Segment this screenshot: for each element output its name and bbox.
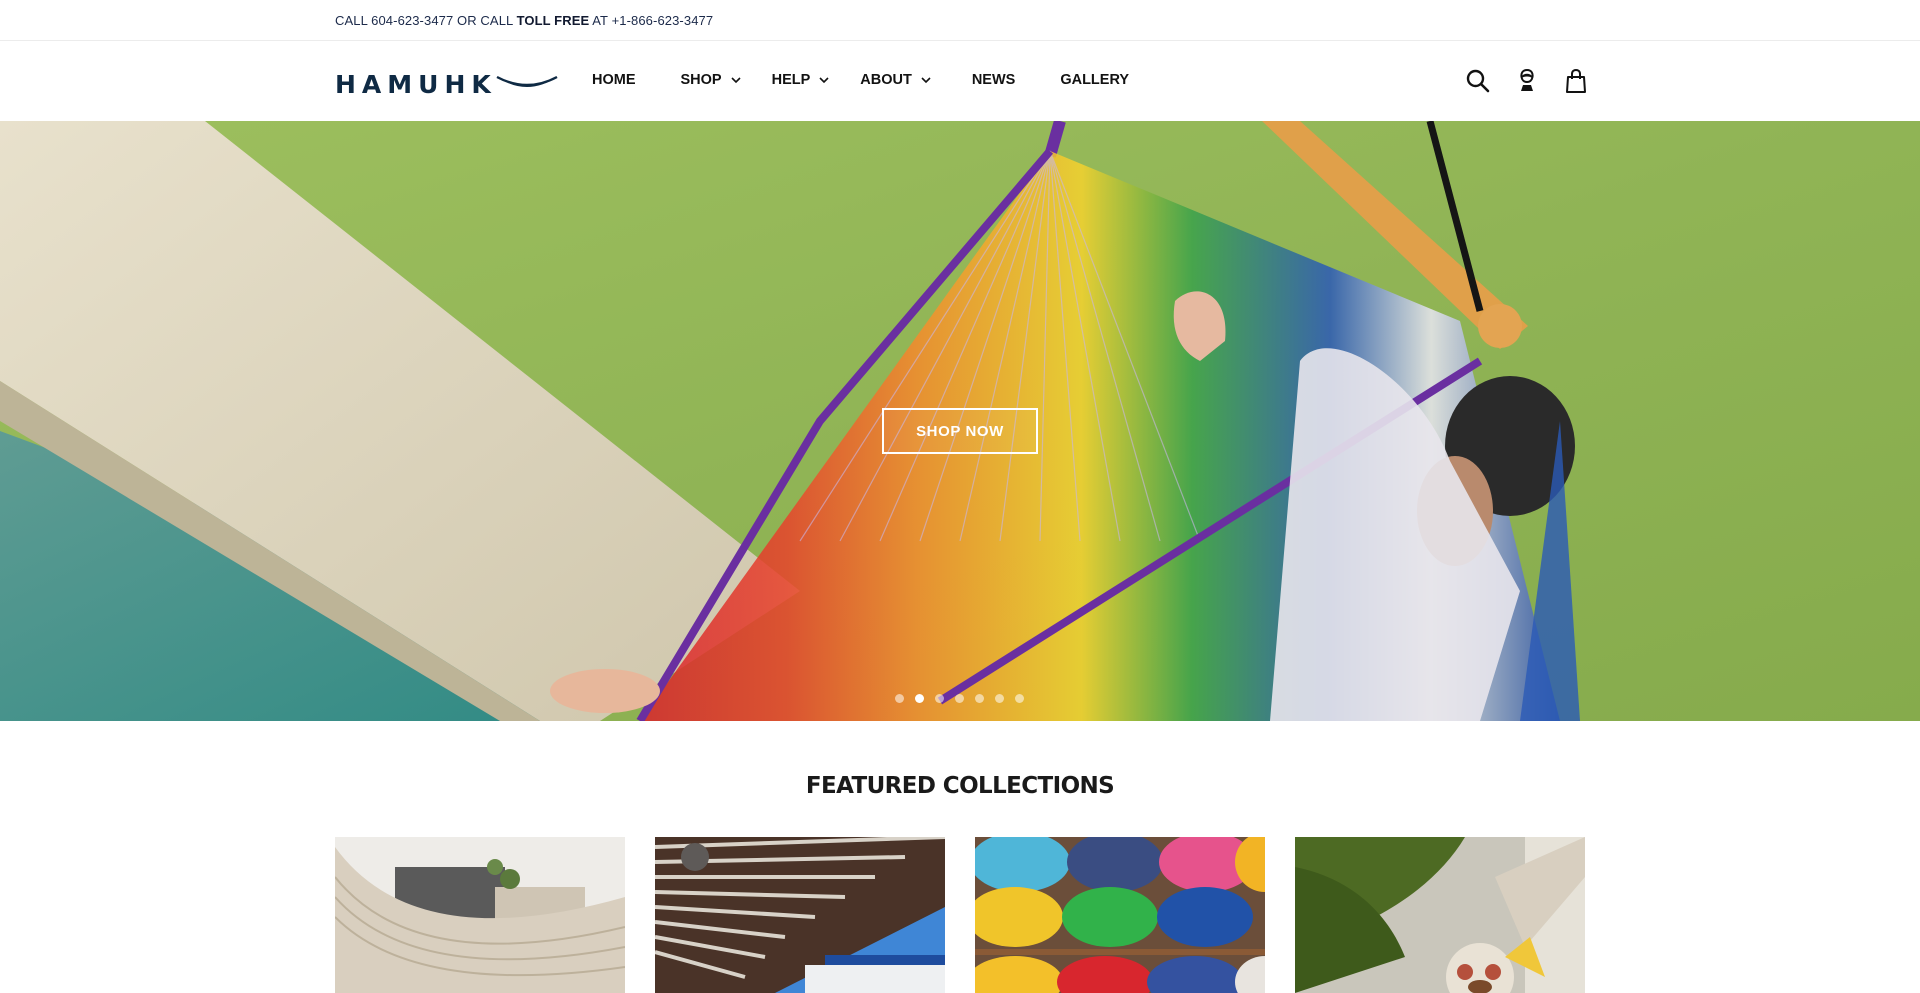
nav-home[interactable]: HOME <box>592 72 636 88</box>
collection-card-4[interactable] <box>1295 837 1585 993</box>
hero-slideshow: SHOP NOW <box>0 121 1920 721</box>
announcement-prefix: CALL 604-623-3477 OR CALL <box>335 13 513 28</box>
nav-home-label: HOME <box>592 72 636 88</box>
slide-dot-6[interactable] <box>995 694 1004 703</box>
slide-indicators <box>895 694 1024 703</box>
collection-image-3 <box>975 837 1265 993</box>
chevron-down-icon <box>921 77 931 84</box>
account-button[interactable] <box>1511 65 1543 97</box>
collection-image-1 <box>335 837 625 993</box>
announcement-suffix: AT +1-866-623-3477 <box>592 13 714 28</box>
announcement-toll-free: TOLL FREE <box>516 13 590 28</box>
chevron-down-icon <box>731 77 741 84</box>
search-icon <box>1466 69 1490 93</box>
brand-name: HAMUHK <box>335 69 497 99</box>
chevron-down-icon <box>819 77 829 84</box>
nav-shop[interactable]: SHOP <box>681 72 742 88</box>
shop-now-button[interactable]: SHOP NOW <box>882 408 1038 454</box>
announcement-bar: CALL 604-623-3477 OR CALL TOLL FREE AT +… <box>0 0 1920 41</box>
slide-dot-5[interactable] <box>975 694 984 703</box>
nav-about-label: ABOUT <box>860 72 912 88</box>
main-nav: HOME SHOP HELP ABOUT NEWS GALLERY <box>592 72 1174 88</box>
search-button[interactable] <box>1462 65 1494 97</box>
collection-image-2 <box>655 837 945 993</box>
slide-dot-4[interactable] <box>955 694 964 703</box>
nav-news[interactable]: NEWS <box>972 72 1016 88</box>
hammock-logo-icon <box>496 75 558 87</box>
collection-card-3[interactable] <box>975 837 1265 993</box>
site-header: HAMUHK HOME SHOP HELP ABOUT NEWS GALLERY <box>0 41 1920 121</box>
featured-collections-grid <box>335 837 1585 993</box>
nav-shop-label: SHOP <box>680 72 722 88</box>
brand-logo[interactable]: HAMUHK <box>335 69 559 99</box>
nav-news-label: NEWS <box>971 72 1016 88</box>
header-actions <box>1462 65 1609 97</box>
announcement-text: CALL 604-623-3477 OR CALL TOLL FREE AT +… <box>335 13 713 28</box>
nav-about[interactable]: ABOUT <box>860 72 932 88</box>
collection-card-2[interactable] <box>655 837 945 993</box>
nav-gallery[interactable]: GALLERY <box>1060 72 1129 88</box>
nav-gallery-label: GALLERY <box>1060 72 1130 88</box>
slide-dot-1[interactable] <box>895 694 904 703</box>
account-icon <box>1520 68 1534 91</box>
featured-collections-title: FEATURED COLLECTIONS <box>805 773 1115 799</box>
cart-button[interactable] <box>1560 65 1592 97</box>
collection-card-1[interactable] <box>335 837 625 993</box>
cart-icon <box>1566 68 1586 93</box>
slide-dot-7[interactable] <box>1015 694 1024 703</box>
slide-dot-3[interactable] <box>935 694 944 703</box>
collection-image-4 <box>1295 837 1585 993</box>
nav-help[interactable]: HELP <box>772 72 831 88</box>
nav-help-label: HELP <box>771 72 811 88</box>
slide-dot-2[interactable] <box>915 694 924 703</box>
